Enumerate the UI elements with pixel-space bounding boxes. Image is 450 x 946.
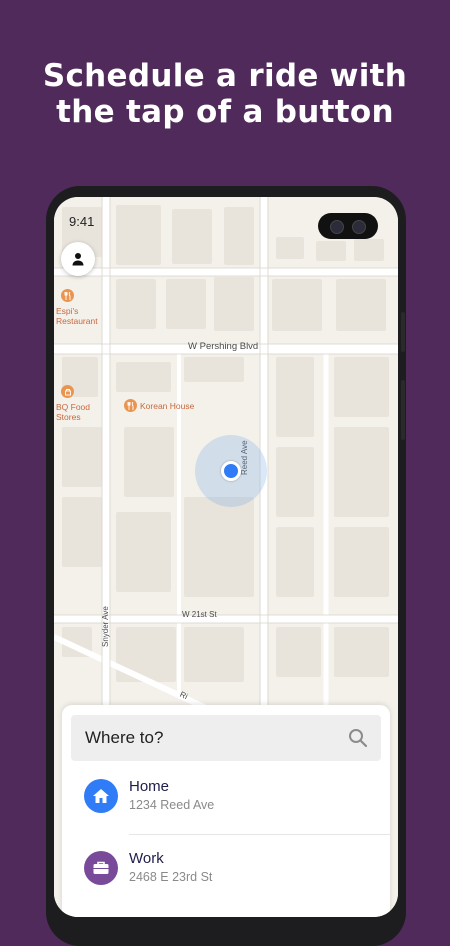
briefcase-icon bbox=[84, 851, 118, 885]
search-placeholder: Where to? bbox=[85, 728, 164, 747]
camera-cutout bbox=[318, 213, 378, 239]
place-title: Home bbox=[129, 778, 170, 795]
person-icon bbox=[72, 253, 84, 266]
saved-place-work[interactable]: Work 2468 E 23rd St bbox=[62, 839, 390, 905]
saved-place-home[interactable]: Home 1234 Reed Ave bbox=[62, 767, 390, 833]
current-location-dot bbox=[221, 461, 241, 481]
poi-label-korean-house: Korean House bbox=[140, 401, 195, 411]
home-icon bbox=[84, 779, 118, 813]
place-title: Work bbox=[129, 850, 164, 867]
phone-screen: W Pershing Blvd Reed Ave W 21st St Snyde… bbox=[54, 197, 398, 917]
fork-knife-icon bbox=[61, 289, 74, 302]
profile-button[interactable] bbox=[61, 242, 95, 276]
road-label-snyder: Snyder Ave bbox=[101, 606, 110, 647]
camera-lens-icon bbox=[330, 220, 344, 234]
place-address: 2468 E 23rd St bbox=[129, 870, 213, 884]
fork-knife-icon bbox=[124, 399, 137, 412]
road-label-pershing: W Pershing Blvd bbox=[188, 341, 259, 352]
phone-side-button bbox=[401, 312, 405, 352]
destination-sheet: Where to? Home 1234 Reed Ave Work 2468 E… bbox=[62, 705, 390, 917]
search-input[interactable]: Where to? bbox=[71, 715, 381, 761]
road-label-w21st: W 21st St bbox=[182, 610, 217, 619]
headline-line-1: Schedule a ride with bbox=[42, 58, 408, 94]
phone-side-button bbox=[401, 380, 405, 440]
headline: Schedule a ride with the tap of a button bbox=[0, 58, 450, 130]
divider bbox=[129, 834, 390, 835]
camera-lens-icon bbox=[352, 220, 366, 234]
place-address: 1234 Reed Ave bbox=[129, 798, 215, 812]
headline-line-2: the tap of a button bbox=[56, 94, 394, 130]
search-icon[interactable] bbox=[347, 727, 369, 749]
status-bar-time: 9:41 bbox=[69, 214, 95, 229]
shop-icon bbox=[61, 385, 74, 398]
poi-label-bq-food: BQ Food Stores bbox=[56, 402, 91, 422]
poi-label-espis: Espi's Restaurant bbox=[56, 306, 98, 326]
